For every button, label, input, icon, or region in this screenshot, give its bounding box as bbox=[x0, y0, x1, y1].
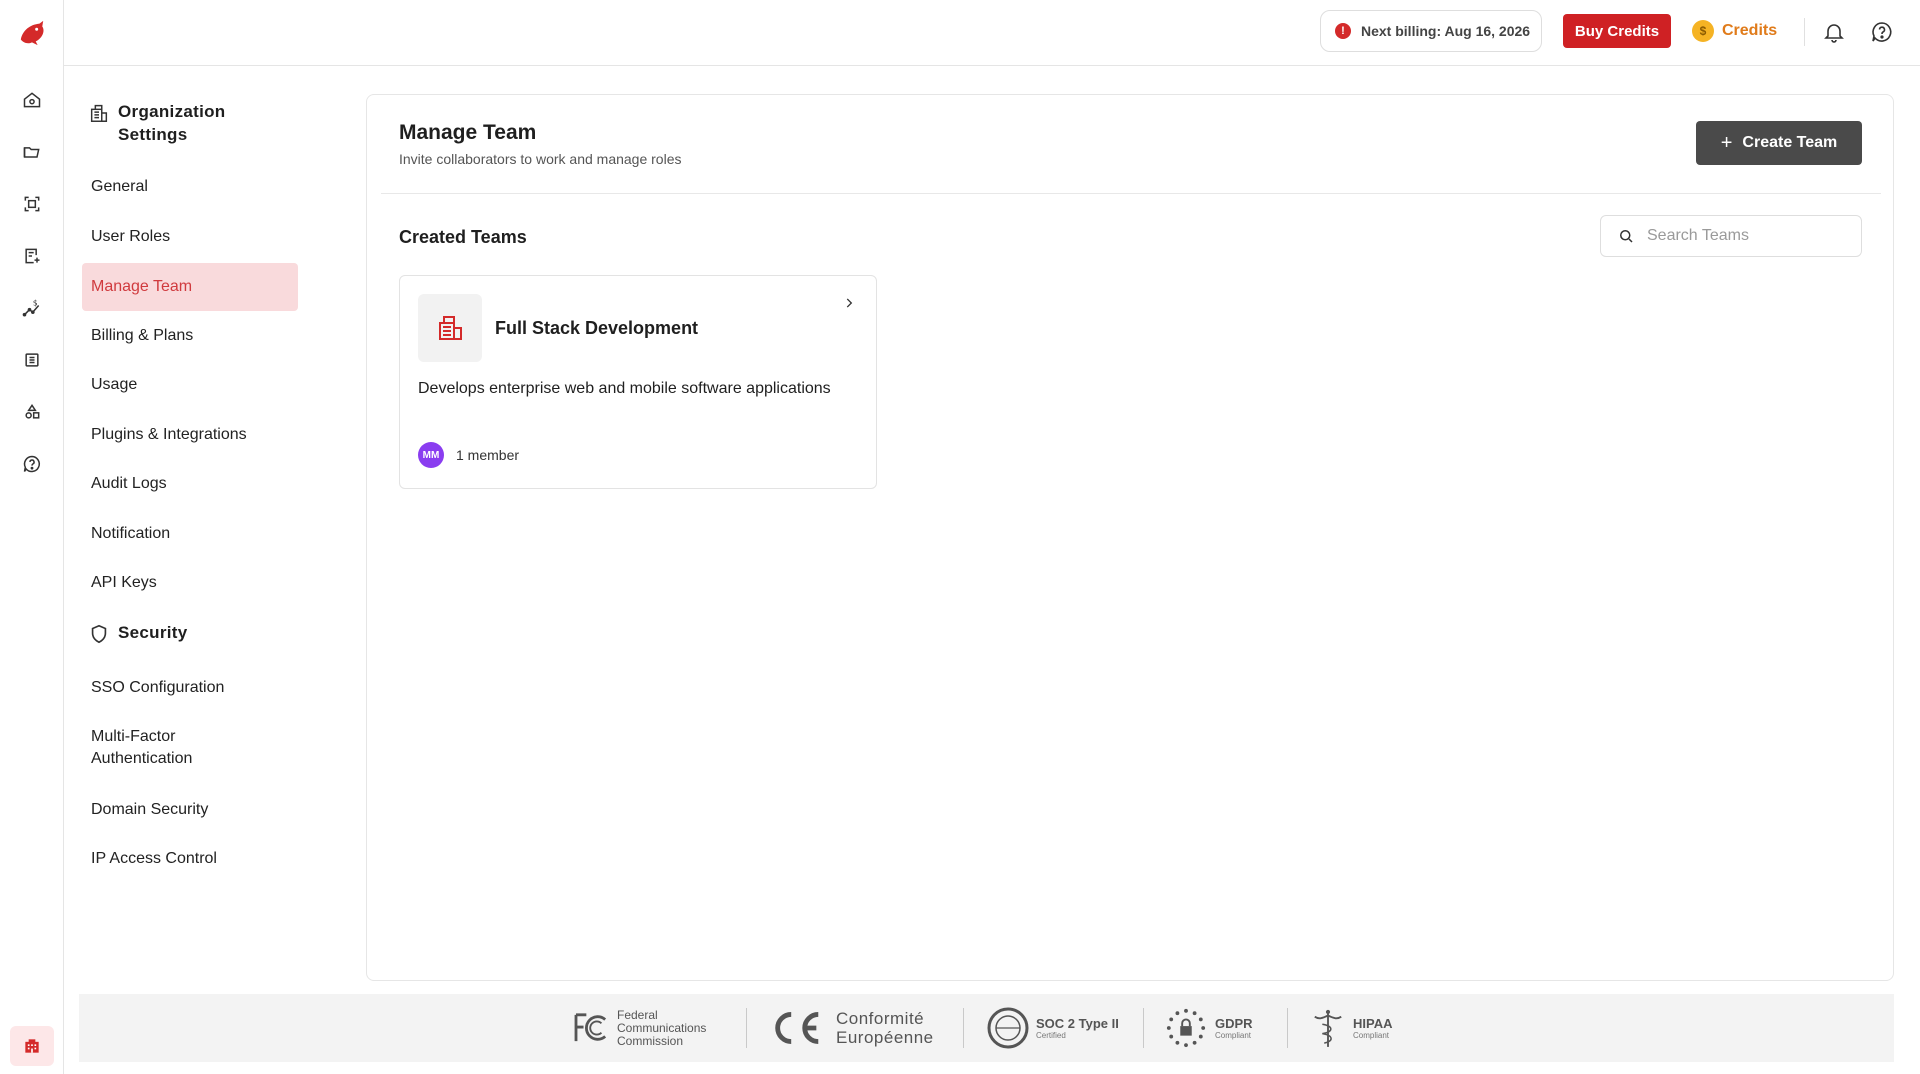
ce-line2: Européenne bbox=[836, 1028, 934, 1047]
hipaa-subtitle: Compliant bbox=[1353, 1031, 1390, 1040]
fcc-line1: Federal bbox=[617, 1007, 658, 1022]
help-icon[interactable] bbox=[16, 448, 48, 480]
member-count: 1 member bbox=[456, 447, 520, 463]
settings-sidebar: Organization Settings General User Roles … bbox=[64, 66, 366, 992]
brand-logo-icon[interactable] bbox=[16, 18, 48, 48]
folder-icon[interactable] bbox=[16, 136, 48, 168]
footer-divider bbox=[1287, 1008, 1288, 1048]
nav-item-plugins-integrations[interactable]: Plugins & Integrations bbox=[82, 411, 298, 459]
org-heading-line2: Settings bbox=[118, 125, 188, 144]
team-name: Full Stack Development bbox=[495, 318, 699, 338]
search-teams-input[interactable] bbox=[1647, 227, 1847, 245]
bell-icon[interactable] bbox=[1820, 18, 1848, 46]
buy-credits-button[interactable]: Buy Credits bbox=[1563, 14, 1671, 48]
caduceus-icon bbox=[1314, 1009, 1342, 1047]
compliance-footer: Federal Communications Commission Confor… bbox=[79, 994, 1894, 1062]
gdpr-stars-lock-icon bbox=[1166, 1008, 1206, 1048]
organization-switcher[interactable] bbox=[10, 1026, 54, 1066]
top-bar: ! Next billing: Aug 16, 2026 Buy Credits… bbox=[64, 0, 1920, 66]
ce-badge: Conformité Européenne bbox=[768, 1004, 934, 1052]
fcc-badge: Federal Communications Commission bbox=[573, 1004, 706, 1052]
avatar: MM bbox=[418, 442, 444, 468]
nav-item-sso-configuration[interactable]: SSO Configuration bbox=[82, 664, 298, 712]
left-rail: $ bbox=[0, 0, 64, 1074]
ce-logo-icon bbox=[775, 1012, 819, 1044]
nav-item-general[interactable]: General bbox=[82, 163, 298, 211]
search-icon bbox=[1620, 230, 1633, 243]
coin-icon: $ bbox=[1692, 20, 1714, 42]
soc2-title: SOC 2 Type II bbox=[1036, 1016, 1119, 1031]
fcc-line2: Communications bbox=[617, 1020, 707, 1035]
shapes-icon[interactable] bbox=[16, 396, 48, 428]
building-icon bbox=[25, 1039, 39, 1053]
nav-item-audit-logs[interactable]: Audit Logs bbox=[82, 460, 298, 508]
table-icon[interactable] bbox=[16, 344, 48, 376]
svg-text:$: $ bbox=[33, 299, 38, 308]
aicpa-soc-seal-icon bbox=[987, 1007, 1029, 1049]
gdpr-title: GDPR bbox=[1215, 1016, 1253, 1031]
soc2-badge: SOC 2 Type II Certified bbox=[986, 1004, 1119, 1052]
pricing-icon[interactable]: $ bbox=[16, 292, 48, 324]
security-heading: Security bbox=[88, 621, 188, 645]
search-teams-box bbox=[1600, 215, 1862, 257]
organization-settings-heading: Organization Settings bbox=[88, 100, 226, 146]
fcc-line3: Commission bbox=[617, 1033, 684, 1048]
ce-line1: Conformité bbox=[836, 1009, 925, 1028]
manage-team-panel: Manage Team Invite collaborators to work… bbox=[366, 94, 1894, 981]
create-team-label: Create Team bbox=[1742, 134, 1838, 151]
team-description: Develops enterprise web and mobile softw… bbox=[418, 380, 831, 397]
nav-item-domain-security[interactable]: Domain Security bbox=[82, 786, 298, 834]
team-members: MM 1 member bbox=[418, 442, 519, 468]
footer-divider bbox=[1143, 1008, 1144, 1048]
footer-divider bbox=[963, 1008, 964, 1048]
home-icon[interactable] bbox=[16, 84, 48, 116]
credits-label: Credits bbox=[1722, 22, 1778, 39]
shield-icon bbox=[91, 624, 107, 644]
soc2-subtitle: Certified bbox=[1036, 1031, 1066, 1040]
alert-icon: ! bbox=[1335, 23, 1351, 39]
nav-item-ip-access-control[interactable]: IP Access Control bbox=[82, 835, 298, 883]
nav-item-manage-team[interactable]: Manage Team bbox=[82, 263, 298, 311]
scan-icon[interactable] bbox=[16, 188, 48, 220]
team-card[interactable]: Full Stack Development Develops enterpri… bbox=[399, 275, 877, 489]
security-heading-text: Security bbox=[118, 623, 188, 642]
document-add-icon[interactable] bbox=[16, 240, 48, 272]
nav-item-usage[interactable]: Usage bbox=[82, 361, 298, 409]
credits-button[interactable]: $ Credits bbox=[1692, 18, 1777, 44]
hipaa-badge: HIPAA Compliant bbox=[1311, 1004, 1392, 1052]
created-teams-heading: Created Teams bbox=[399, 227, 527, 247]
org-heading-line1: Organization bbox=[118, 102, 226, 121]
header-divider bbox=[381, 193, 1881, 194]
team-building-icon bbox=[418, 294, 482, 362]
hipaa-title: HIPAA bbox=[1353, 1016, 1393, 1031]
nav-item-notification[interactable]: Notification bbox=[82, 510, 298, 558]
gdpr-subtitle: Compliant bbox=[1215, 1031, 1252, 1040]
nav-item-multi-factor-authentication[interactable]: Multi-Factor Authentication bbox=[82, 722, 252, 774]
gdpr-badge: GDPR Compliant bbox=[1165, 1004, 1253, 1052]
page-subtitle: Invite collaborators to work and manage … bbox=[399, 151, 682, 167]
chevron-right-icon[interactable] bbox=[840, 294, 858, 312]
next-billing-badge[interactable]: ! Next billing: Aug 16, 2026 bbox=[1320, 10, 1542, 52]
footer-divider bbox=[746, 1008, 747, 1048]
fcc-logo-icon bbox=[574, 1013, 607, 1042]
page-title: Manage Team bbox=[399, 121, 537, 144]
nav-item-api-keys[interactable]: API Keys bbox=[82, 559, 298, 607]
topbar-divider bbox=[1804, 18, 1805, 46]
nav-item-user-roles[interactable]: User Roles bbox=[82, 213, 298, 261]
next-billing-text: Next billing: Aug 16, 2026 bbox=[1361, 23, 1531, 39]
plus-icon: + bbox=[1720, 131, 1733, 154]
nav-item-billing-plans[interactable]: Billing & Plans bbox=[82, 312, 298, 360]
building-icon bbox=[90, 104, 108, 122]
help-circle-icon[interactable] bbox=[1868, 18, 1896, 46]
create-team-button[interactable]: + Create Team bbox=[1696, 121, 1862, 165]
